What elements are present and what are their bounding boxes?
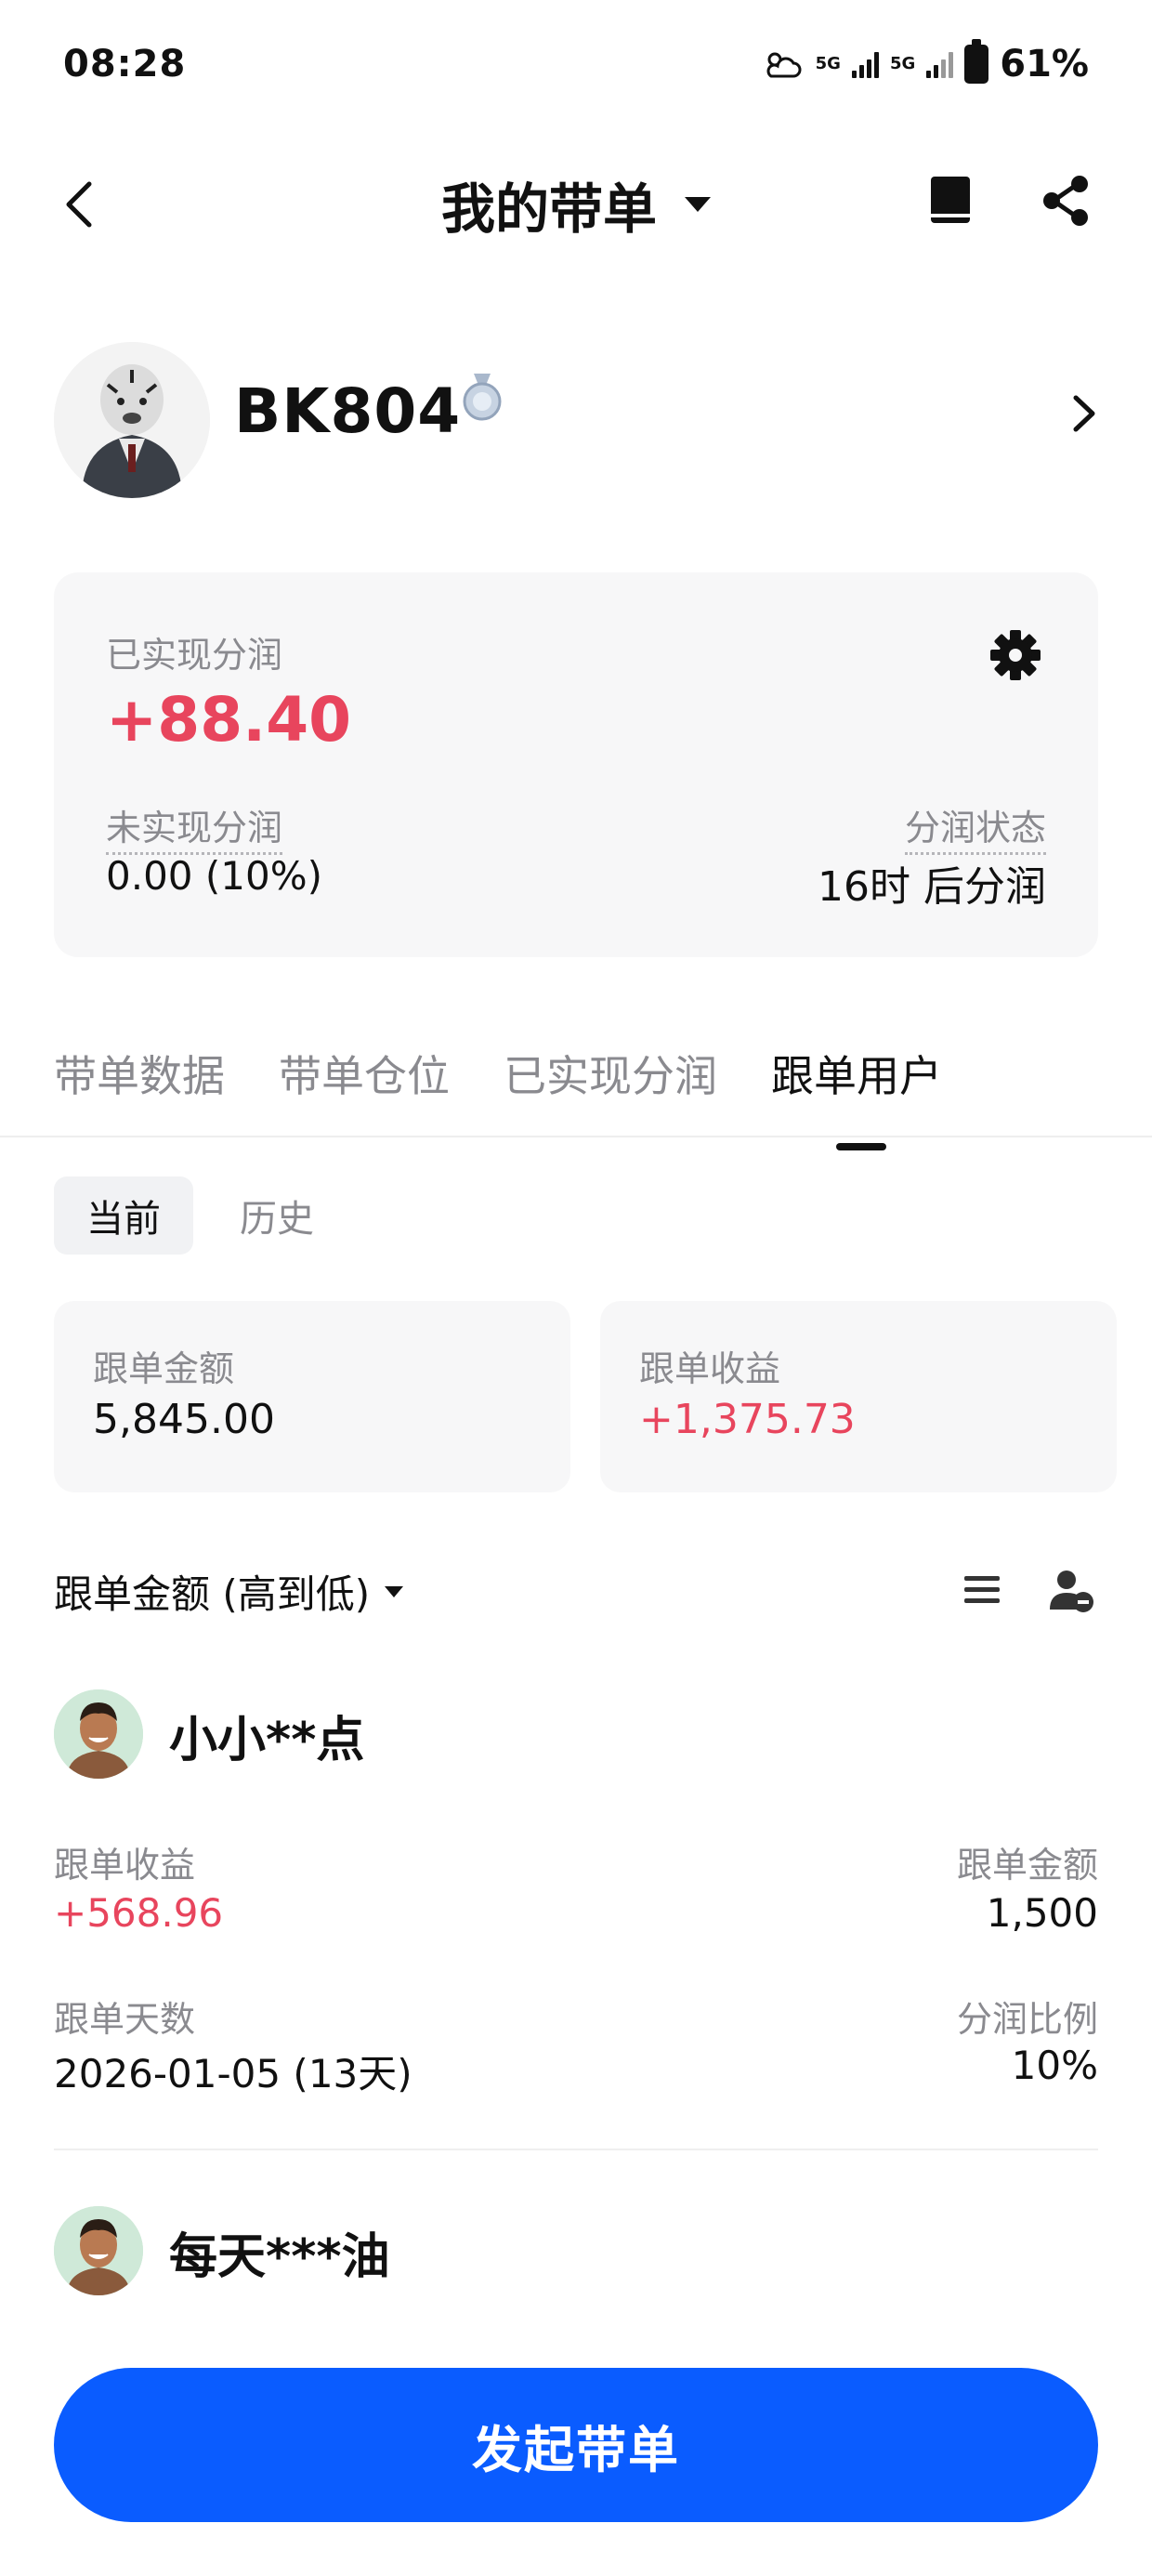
follower-ratio-label: 分润比例 bbox=[956, 1999, 1098, 2040]
signal-2-icon bbox=[926, 50, 954, 78]
remove-follower-button[interactable] bbox=[1048, 1567, 1096, 1615]
page-title-dropdown[interactable]: 我的带单 bbox=[0, 165, 1152, 243]
gear-icon bbox=[990, 630, 1041, 680]
tab-lead-data[interactable]: 带单数据 bbox=[54, 1043, 225, 1104]
settings-button[interactable] bbox=[988, 628, 1042, 682]
book-icon bbox=[931, 177, 970, 223]
follow-profit-card: 跟单收益 +1,375.73 bbox=[600, 1301, 1117, 1492]
follow-profit-label: 跟单收益 bbox=[639, 1348, 781, 1389]
status-icons: 5G 5G 61% bbox=[762, 39, 1089, 85]
unrealized-profit-value: 0.00 (10%) bbox=[106, 853, 322, 899]
network-2-icon: 5G bbox=[890, 56, 915, 72]
segment-history[interactable]: 历史 bbox=[219, 1176, 334, 1255]
profile-chevron-button[interactable] bbox=[1067, 390, 1100, 437]
sort-dropdown[interactable]: 跟单金额 (高到低) bbox=[54, 1563, 404, 1620]
user-avatar-icon bbox=[54, 1689, 143, 1779]
follower-name[interactable]: 每天***油 bbox=[169, 2217, 390, 2287]
list-icon bbox=[964, 1576, 1000, 1603]
user-remove-icon bbox=[1050, 1571, 1093, 1612]
chevron-right-icon bbox=[1073, 395, 1095, 432]
follower-name[interactable]: 小小**点 bbox=[169, 1701, 364, 1770]
medal-badge bbox=[461, 372, 504, 422]
follow-amount-label: 跟单金额 bbox=[93, 1348, 235, 1389]
tiger-avatar-icon bbox=[54, 342, 210, 498]
avatar[interactable] bbox=[54, 342, 210, 498]
status-time: 08:28 bbox=[63, 43, 187, 85]
follow-profit-value: +1,375.73 bbox=[639, 1396, 856, 1443]
book-button[interactable] bbox=[927, 173, 974, 229]
tab-lead-positions[interactable]: 带单仓位 bbox=[279, 1043, 450, 1104]
segment-current[interactable]: 当前 bbox=[54, 1176, 193, 1255]
realized-profit-value: +88.40 bbox=[106, 684, 352, 756]
tab-realized-profit[interactable]: 已实现分润 bbox=[504, 1043, 717, 1104]
follower-profit-value: +568.96 bbox=[54, 1890, 224, 1936]
network-2-label: 5G bbox=[889, 54, 916, 73]
sort-label: 跟单金额 (高到低) bbox=[54, 1571, 371, 1617]
profit-status-value: 16时 后分润 bbox=[818, 863, 1046, 911]
profit-status-label[interactable]: 分润状态 bbox=[904, 799, 1046, 855]
tab-bar: 带单数据 带单仓位 已实现分润 跟单用户 bbox=[54, 1043, 942, 1150]
follower-ratio-value: 10% bbox=[1011, 2043, 1098, 2088]
follow-amount-card: 跟单金额 5,845.00 bbox=[54, 1301, 570, 1492]
follow-amount-value: 5,845.00 bbox=[93, 1396, 275, 1443]
follower-days-value: 2026-01-05 (13天) bbox=[54, 2051, 412, 2096]
follower-amount-label: 跟单金额 bbox=[956, 1845, 1098, 1886]
follower-profit-label: 跟单收益 bbox=[54, 1845, 196, 1886]
page-title: 我的带单 bbox=[440, 177, 657, 241]
list-view-button[interactable] bbox=[961, 1569, 1003, 1611]
row-divider bbox=[54, 2149, 1098, 2150]
tabs-divider bbox=[0, 1136, 1152, 1137]
network-1-label: 5G bbox=[815, 54, 841, 73]
network-1-icon: 5G bbox=[816, 56, 841, 72]
battery-icon bbox=[964, 39, 989, 84]
follower-amount-value: 1,500 bbox=[986, 1890, 1098, 1936]
profile-name[interactable]: BK804 bbox=[234, 375, 461, 447]
follower-avatar[interactable] bbox=[54, 2206, 143, 2295]
follower-avatar[interactable] bbox=[54, 1689, 143, 1779]
user-avatar-icon bbox=[54, 2206, 143, 2295]
follower-days-label: 跟单天数 bbox=[54, 1999, 196, 2040]
unrealized-profit-label[interactable]: 未实现分润 bbox=[106, 799, 283, 855]
medal-icon bbox=[463, 374, 502, 421]
battery-level: 61% bbox=[1000, 43, 1089, 85]
caret-down-icon bbox=[685, 197, 711, 212]
share-icon bbox=[1043, 176, 1088, 226]
weather-icon bbox=[766, 52, 802, 78]
realized-profit-label: 已实现分润 bbox=[106, 635, 283, 676]
share-button[interactable] bbox=[1039, 173, 1094, 229]
tab-followers[interactable]: 跟单用户 bbox=[771, 1043, 942, 1150]
caret-down-icon bbox=[385, 1585, 404, 1597]
signal-1-icon bbox=[851, 50, 879, 78]
start-lead-button[interactable]: 发起带单 bbox=[54, 2368, 1098, 2522]
